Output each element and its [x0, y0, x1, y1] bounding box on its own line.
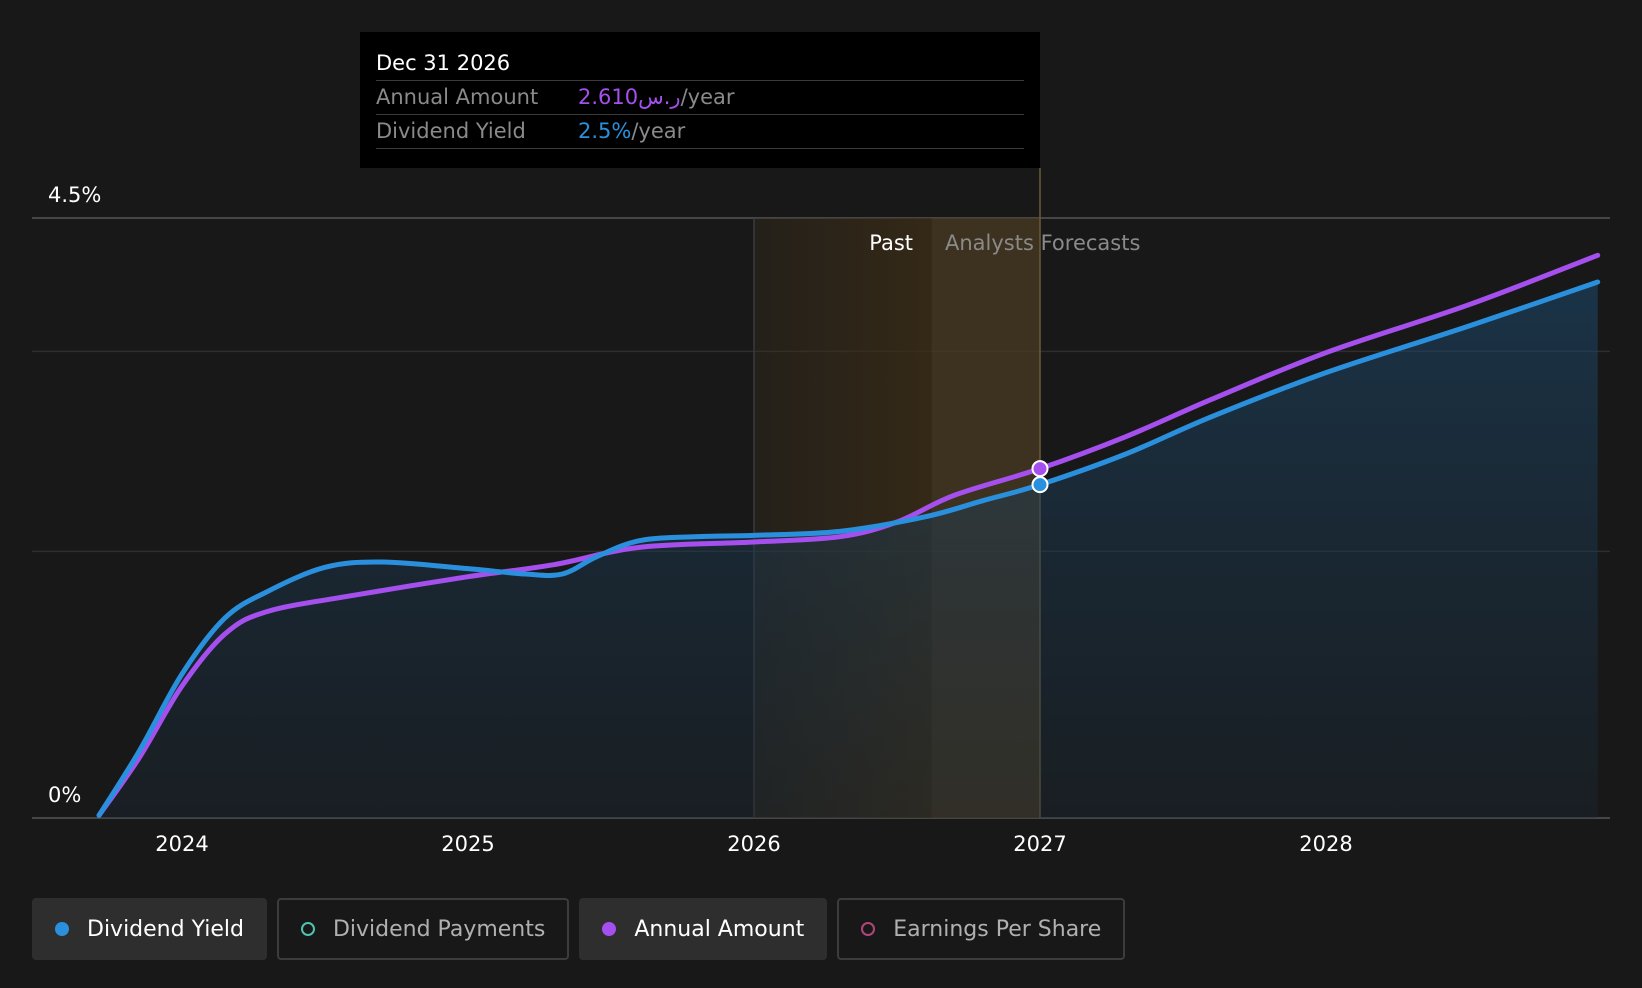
legend-label: Dividend Yield [87, 916, 244, 942]
x-tick-label: 2027 [1013, 832, 1066, 856]
legend-annual-amount[interactable]: Annual Amount [579, 898, 828, 960]
tooltip-row-dividend-yield: Dividend Yield 2.5% /year [376, 115, 1024, 149]
tooltip-value: 2.5% [578, 119, 632, 143]
past-label: Past [869, 231, 913, 255]
legend-label: Dividend Payments [332, 916, 546, 942]
tooltip-value: 2.610ر.س [578, 85, 681, 109]
legend-dividend-payments[interactable]: Dividend Payments [276, 898, 570, 960]
ring-icon [300, 922, 315, 936]
legend-dividend-yield[interactable]: Dividend Yield [32, 898, 267, 960]
y-tick-top: 4.5% [48, 183, 101, 207]
tooltip-row-annual-amount: Annual Amount 2.610ر.س /year [376, 81, 1024, 115]
ring-icon [861, 922, 876, 936]
dot-icon [55, 922, 69, 936]
tooltip-unit: /year [631, 119, 686, 143]
tooltip-label: Dividend Yield [376, 119, 526, 143]
legend-label: Annual Amount [634, 916, 805, 942]
legend-label: Earnings Per Share [893, 916, 1102, 942]
x-tick-label: 2026 [727, 832, 780, 856]
tooltip-date: Dec 31 2026 [376, 46, 1024, 81]
legend-earnings-per-share[interactable]: Earnings Per Share [837, 898, 1126, 960]
dot-icon [602, 922, 617, 936]
y-tick-bottom: 0% [48, 783, 81, 807]
tooltip-unit: /year [680, 85, 735, 109]
x-tick-label: 2028 [1299, 832, 1352, 856]
legend: Dividend Yield Dividend Payments Annual … [32, 898, 1135, 960]
forecast-label: Analysts Forecasts [945, 231, 1140, 255]
annual-amount-marker[interactable] [1031, 460, 1049, 478]
tooltip-label: Annual Amount [376, 85, 539, 109]
x-tick-label: 2024 [155, 832, 208, 856]
dividend-yield-marker[interactable] [1031, 476, 1049, 494]
tooltip: Dec 31 2026 Annual Amount 2.610ر.س /year… [360, 32, 1040, 168]
x-tick-label: 2025 [441, 832, 494, 856]
